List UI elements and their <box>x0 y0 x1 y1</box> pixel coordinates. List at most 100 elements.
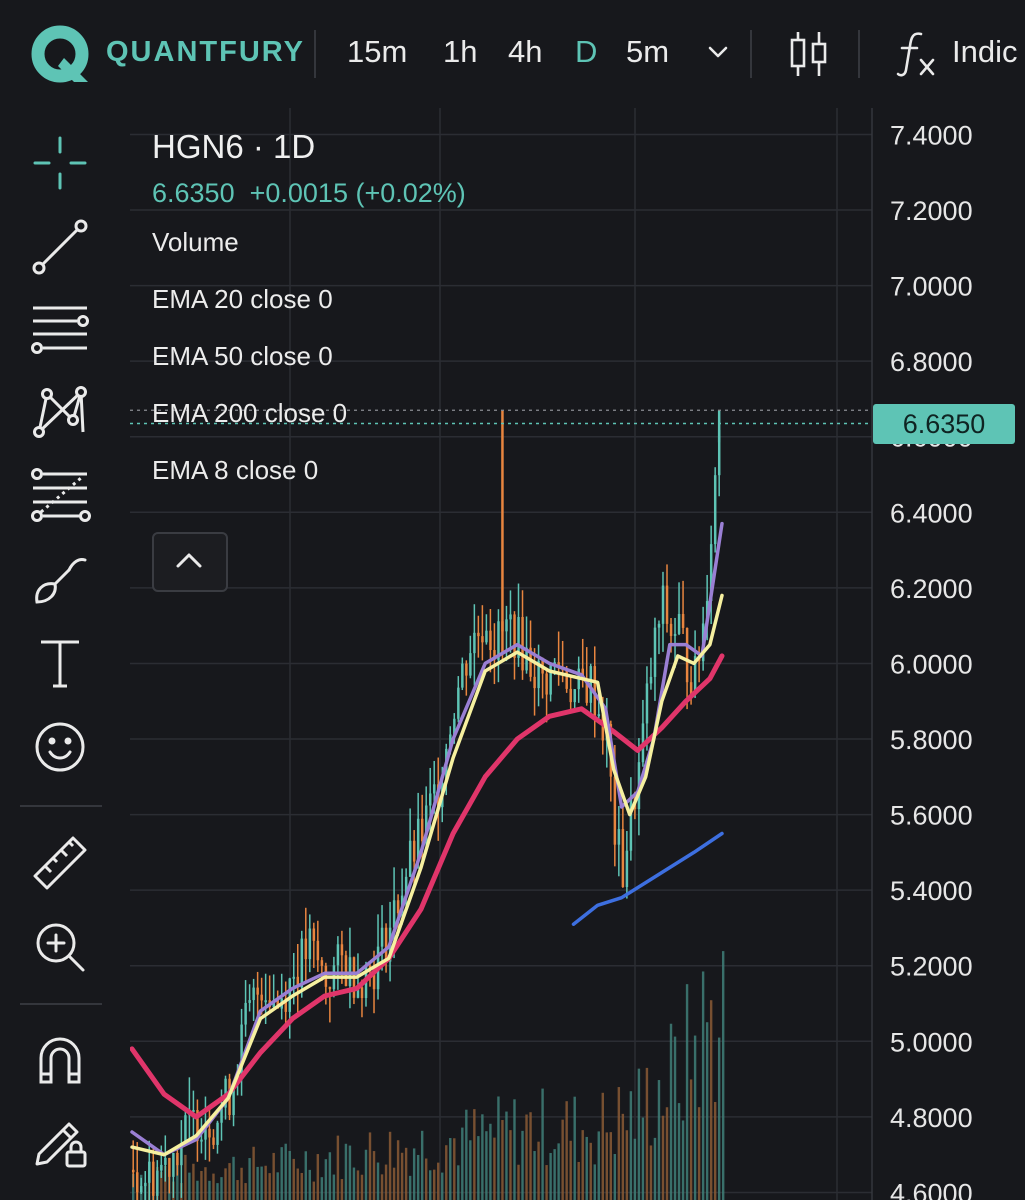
candle-body <box>176 1152 179 1166</box>
volume-bar <box>348 1145 352 1200</box>
timeframe-d[interactable]: D <box>575 34 597 70</box>
pattern-icon[interactable] <box>25 376 95 446</box>
volume-bar <box>601 1092 604 1200</box>
symbol-label[interactable]: HGN6 · 1D <box>152 128 466 166</box>
volume-bar <box>525 1114 528 1200</box>
candle-body <box>260 994 263 1001</box>
timeframe-15m[interactable]: 15m <box>347 34 407 70</box>
candle-body <box>316 940 320 961</box>
volume-bar <box>569 1140 572 1200</box>
collapse-legend-button[interactable] <box>152 532 228 592</box>
candle-body <box>521 616 524 671</box>
horizontal-lines-icon[interactable] <box>25 294 95 364</box>
candle-body <box>481 636 484 643</box>
indicators-button[interactable]: Indic <box>952 34 1017 70</box>
chart-pane[interactable]: 7.40007.20007.00006.80006.60006.40006.20… <box>130 108 1025 1200</box>
volume-bar <box>593 1164 596 1200</box>
volume-bar <box>461 1127 464 1200</box>
volume-bar <box>408 1175 412 1200</box>
timeframe-4h[interactable]: 4h <box>508 34 542 70</box>
volume-bar <box>449 1138 452 1200</box>
candle-body <box>685 627 689 683</box>
indicator-ema-50[interactable]: EMA 50 close 0 <box>152 341 466 372</box>
volume-bar <box>557 1143 560 1200</box>
last-price: 6.6350 <box>152 178 235 208</box>
candle-body <box>485 630 488 643</box>
lock-drawings-icon[interactable] <box>25 1108 95 1178</box>
volume-bar <box>529 1112 532 1200</box>
timeframe-1h[interactable]: 1h <box>443 34 477 70</box>
volume-bar <box>541 1088 544 1200</box>
candle-body <box>661 585 665 624</box>
volume-bar <box>232 1156 235 1200</box>
volume-bar <box>597 1131 600 1200</box>
fib-retracement-icon[interactable] <box>25 460 95 530</box>
candle-body <box>252 987 255 1001</box>
ema-200-line <box>571 831 724 926</box>
price-axis-label: 7.4000 <box>890 120 973 150</box>
brush-icon[interactable] <box>25 544 95 614</box>
candle-body <box>673 633 677 636</box>
candle-body <box>160 1164 163 1171</box>
volume-bar <box>196 1180 199 1200</box>
candle-body <box>621 829 625 887</box>
volume-bar <box>324 1159 328 1200</box>
volume-bar <box>364 1149 368 1200</box>
price-change-line: 6.6350 +0.0015 (+0.02%) <box>152 178 466 209</box>
volume-bar <box>316 1154 320 1200</box>
candle-body <box>288 978 292 1012</box>
trend-line-icon[interactable] <box>25 212 95 282</box>
indicator-ema-8[interactable]: EMA 8 close 0 <box>152 455 466 486</box>
chevron-down-icon[interactable] <box>706 40 730 64</box>
volume-bar <box>661 1115 665 1200</box>
crosshair-icon[interactable] <box>25 128 95 198</box>
candle-body <box>148 1161 151 1183</box>
volume-bar <box>685 984 689 1200</box>
candle-body <box>336 944 340 966</box>
candle-body <box>360 987 364 999</box>
volume-bar <box>505 1111 508 1200</box>
volume-bar <box>717 1037 721 1200</box>
toolbar-divider <box>858 30 860 78</box>
volume-bar <box>657 1080 661 1200</box>
candle-body <box>653 627 657 677</box>
volume-bar <box>701 971 705 1200</box>
volume-bar <box>665 1107 669 1200</box>
volume-bar <box>561 1119 564 1200</box>
candle-body <box>328 986 332 990</box>
candle-body <box>200 1139 203 1142</box>
volume-bar <box>549 1152 552 1200</box>
chevron-up-icon <box>176 553 202 568</box>
price-axis-label: 6.0000 <box>890 649 973 679</box>
candle-body <box>657 623 661 628</box>
indicator-ema-20[interactable]: EMA 20 close 0 <box>152 284 466 315</box>
volume-bar <box>404 1147 408 1200</box>
volume-bar <box>453 1138 456 1200</box>
volume-bar <box>184 1154 187 1200</box>
price-axis-label: 7.2000 <box>890 196 973 226</box>
toolbar-divider <box>314 30 316 78</box>
volume-bar <box>360 1174 364 1200</box>
volume-bar <box>288 1150 291 1200</box>
volume-bar <box>669 1023 673 1200</box>
volume-bar <box>412 1148 416 1200</box>
volume-bar <box>521 1130 524 1200</box>
indicator-ema-200[interactable]: EMA 200 close 0 <box>152 398 466 429</box>
volume-bar <box>493 1137 496 1200</box>
candle-body <box>681 614 685 628</box>
emoji-icon[interactable] <box>25 712 95 782</box>
fx-icon[interactable] <box>895 30 941 78</box>
volume-bar <box>200 1171 203 1200</box>
candlestick-icon[interactable] <box>788 30 830 78</box>
volume-bar <box>581 1130 584 1200</box>
candle-body <box>545 673 548 695</box>
indicator-volume[interactable]: Volume <box>152 227 466 258</box>
zoom-in-icon[interactable] <box>25 912 95 982</box>
timeframe-5m[interactable]: 5m <box>626 34 669 70</box>
text-icon[interactable] <box>25 628 95 698</box>
price-axis-label: 5.6000 <box>890 801 973 831</box>
magnet-icon[interactable] <box>25 1026 95 1096</box>
volume-bar <box>709 1000 713 1200</box>
volume-bar <box>244 1183 247 1200</box>
ruler-icon[interactable] <box>25 828 95 898</box>
